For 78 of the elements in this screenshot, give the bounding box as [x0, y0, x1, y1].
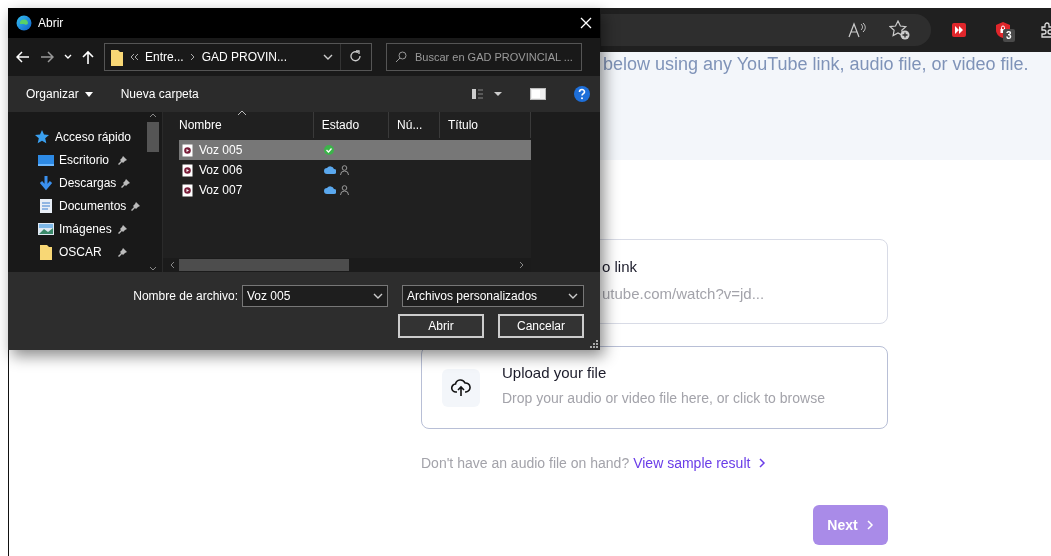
folder-icon	[111, 48, 123, 66]
column-header[interactable]: Nú...	[389, 112, 441, 138]
column-header[interactable]: Nombre	[171, 112, 314, 138]
sidebar-item[interactable]: Escritorio	[8, 151, 128, 169]
folder-icon	[38, 244, 54, 260]
caret-icon	[84, 91, 93, 97]
scroll-right-icon	[519, 261, 525, 269]
file-name: Voz 007	[199, 183, 243, 197]
file-row[interactable]: Voz 007	[179, 180, 531, 200]
file-name: Voz 006	[199, 163, 243, 177]
forward-icon[interactable]	[40, 51, 54, 63]
upload-card[interactable]: Upload your file Drop your audio or video file here, or click to browse	[421, 346, 888, 429]
sort-ascending-icon	[237, 110, 247, 116]
star-icon	[34, 129, 50, 145]
search-field[interactable]: Buscar en GAD PROVINCIAL ...	[386, 43, 582, 71]
audio-file-icon	[182, 143, 193, 157]
picture-icon	[38, 221, 54, 237]
search-icon	[395, 51, 407, 63]
help-icon[interactable]	[574, 86, 590, 102]
sidebar-item[interactable]: Documentos	[8, 197, 128, 215]
sample-link[interactable]: View sample result	[633, 455, 767, 471]
extension-icon[interactable]	[951, 22, 967, 38]
file-name: Voz 005	[199, 143, 243, 157]
new-folder-button[interactable]: Nueva carpeta	[120, 87, 199, 101]
vertical-scrollbar[interactable]	[146, 112, 160, 272]
resize-grip-icon[interactable]	[590, 340, 598, 348]
sidebar-item[interactable]: Imágenes	[8, 220, 128, 238]
read-aloud-icon[interactable]	[847, 21, 867, 39]
download-icon	[38, 175, 54, 191]
audio-file-icon	[182, 163, 193, 177]
cloud-icon	[324, 166, 336, 174]
scroll-down-icon	[149, 266, 157, 272]
back-icon[interactable]	[16, 51, 30, 63]
card-title: o link	[602, 258, 639, 275]
favorite-add-icon[interactable]	[889, 20, 911, 40]
file-row[interactable]: Voz 005	[179, 140, 531, 160]
scrollbar-thumb[interactable]	[179, 259, 349, 271]
file-name-label: Nombre de archivo:	[133, 289, 238, 303]
organize-menu-button[interactable]: Organizar	[26, 87, 93, 101]
scroll-up-icon	[149, 112, 157, 118]
chevron-right-icon	[865, 519, 874, 531]
up-icon[interactable]	[82, 50, 94, 64]
cancel-button[interactable]: Cancelar	[498, 314, 584, 338]
browser-logo-icon	[16, 15, 32, 31]
breadcrumb[interactable]: GAD PROVIN...	[201, 50, 288, 64]
chevron-right-icon	[758, 457, 767, 469]
person-icon	[340, 185, 349, 195]
file-type-dropdown[interactable]: Archivos personalizados	[402, 285, 584, 307]
file-name-field[interactable]: Voz 005	[242, 285, 388, 307]
scrollbar-thumb[interactable]	[147, 122, 159, 152]
dialog-title: Abrir	[38, 16, 65, 30]
cloud-icon	[324, 186, 336, 194]
horizontal-scrollbar[interactable]	[163, 258, 531, 272]
audio-file-icon	[182, 183, 193, 197]
breadcrumb[interactable]: Entre...	[145, 50, 184, 64]
intro-text: below using any YouTube link, audio file, or video file.	[603, 54, 1030, 75]
desktop-icon	[38, 152, 54, 168]
column-header[interactable]: Estado	[313, 112, 390, 138]
scroll-left-icon	[169, 261, 175, 269]
refresh-icon[interactable]	[350, 50, 362, 64]
sidebar-item[interactable]: OSCAR	[8, 243, 128, 261]
overflow-chevrons-icon[interactable]	[129, 53, 139, 61]
breadcrumb-separator-icon	[189, 53, 196, 61]
synced-check-icon	[324, 145, 334, 155]
card-title: Upload your file	[502, 363, 608, 381]
document-icon	[38, 198, 54, 214]
recent-dropdown-icon[interactable]	[64, 53, 72, 61]
extension-badge: 3	[1003, 29, 1015, 42]
file-row[interactable]: Voz 006	[179, 160, 531, 180]
address-field[interactable]: Entre... GAD PROVIN...	[104, 43, 372, 71]
view-options-icon[interactable]	[472, 88, 502, 100]
card-subtitle: Drop your audio or video file here, or click to browse	[502, 389, 825, 406]
sample-prompt: Don't have an audio file on hand?	[421, 455, 630, 471]
cloud-upload-icon	[451, 378, 471, 397]
open-button[interactable]: Abrir	[398, 314, 484, 338]
sidebar-item[interactable]: Descargas	[8, 174, 128, 192]
close-icon[interactable]	[580, 17, 592, 29]
person-icon	[340, 165, 349, 175]
